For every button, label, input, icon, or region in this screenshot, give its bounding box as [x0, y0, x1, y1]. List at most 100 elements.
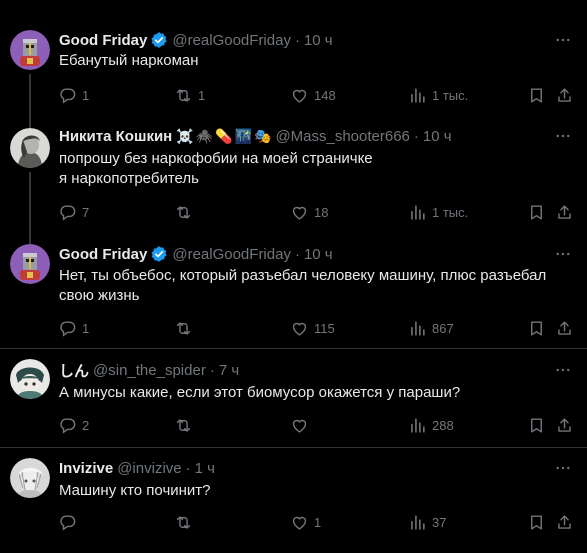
- reply-button[interactable]: 1: [58, 316, 89, 340]
- anime-avatar[interactable]: [10, 359, 50, 399]
- post[interactable]: Good Friday @realGoodFriday · 10 ч Нет, …: [0, 234, 587, 348]
- share-icon[interactable]: [552, 200, 576, 224]
- author-handle[interactable]: @realGoodFriday: [172, 246, 291, 263]
- post-text: Машину кто починит?: [59, 481, 569, 501]
- post-text-line: Нет, ты объебос, который разъебал челове…: [59, 267, 547, 284]
- views-icon: [411, 87, 425, 103]
- reply-count: 2: [82, 417, 90, 433]
- verified-badge-icon: [150, 31, 168, 49]
- bookmark-icon[interactable]: [524, 316, 548, 340]
- knight-avatar[interactable]: [10, 244, 50, 284]
- post-header: Invizive @invizive · 1 ч: [59, 458, 215, 478]
- post-time[interactable]: 7 ч: [219, 362, 239, 379]
- reply-button[interactable]: 1: [58, 83, 89, 107]
- like-button[interactable]: 115: [290, 316, 335, 340]
- post-header: Good Friday @realGoodFriday · 10 ч: [59, 30, 333, 50]
- reply-icon: [60, 87, 76, 104]
- reply-button[interactable]: 2: [58, 413, 89, 437]
- author-handle[interactable]: @realGoodFriday: [172, 32, 291, 49]
- post-time[interactable]: 10 ч: [304, 246, 333, 263]
- reply-icon: [60, 320, 76, 337]
- verified-badge-icon: [150, 245, 168, 263]
- share-icon[interactable]: [552, 83, 576, 107]
- author-handle[interactable]: @invizive: [117, 460, 181, 477]
- more-options-icon[interactable]: [553, 360, 573, 380]
- view-count: 288: [432, 417, 454, 433]
- share-icon[interactable]: [552, 316, 576, 340]
- post[interactable]: Good Friday @realGoodFriday · 10 ч Ебану…: [0, 0, 587, 116]
- reply-icon: [60, 514, 76, 531]
- post[interactable]: しん @sin_the_spider · 7 ч А минусы какие,…: [0, 349, 587, 448]
- share-icon[interactable]: [552, 510, 576, 534]
- repost-button[interactable]: [174, 510, 198, 534]
- share-icon[interactable]: [552, 413, 576, 437]
- view-count: 1 тыс.: [432, 204, 469, 220]
- knight-avatar[interactable]: [10, 30, 50, 70]
- author-handle[interactable]: @sin_the_spider: [93, 362, 206, 379]
- views-button[interactable]: 1 тыс.: [408, 83, 468, 107]
- more-options-icon[interactable]: [553, 458, 573, 478]
- like-button[interactable]: 1: [290, 510, 321, 534]
- post-text-line: свою жизнь: [59, 287, 140, 304]
- bookmark-icon[interactable]: [524, 200, 548, 224]
- separator-dot: ·: [294, 31, 300, 49]
- views-icon: [411, 320, 425, 336]
- post-text: Ебанутый наркоман: [59, 51, 569, 71]
- heart-icon: [292, 322, 307, 336]
- like-button[interactable]: 18: [290, 200, 328, 224]
- repost-button[interactable]: [174, 413, 198, 437]
- night-city-emoji-icon: 🌃: [234, 127, 252, 144]
- views-icon: [411, 514, 425, 530]
- author-name[interactable]: Good Friday: [59, 32, 147, 49]
- post-time[interactable]: 1 ч: [195, 460, 215, 477]
- reply-button[interactable]: [58, 510, 82, 534]
- author-name[interactable]: Good Friday: [59, 246, 147, 263]
- like-button[interactable]: [290, 413, 314, 437]
- repost-icon: [176, 205, 191, 219]
- spider-emoji-icon: 🕷️: [195, 127, 214, 144]
- author-handle[interactable]: @Mass_shooter666: [275, 128, 409, 145]
- more-options-icon[interactable]: [553, 244, 573, 264]
- author-name[interactable]: Invizive: [59, 460, 113, 477]
- more-options-icon[interactable]: [553, 126, 573, 146]
- reply-thread: Good Friday @realGoodFriday · 10 ч Ебану…: [0, 0, 587, 553]
- thread-line: [29, 172, 31, 234]
- like-count: 148: [314, 87, 336, 103]
- more-options-icon[interactable]: [553, 30, 573, 50]
- bookmark-icon[interactable]: [524, 413, 548, 437]
- author-name[interactable]: しん: [59, 360, 89, 381]
- separator-dot: ·: [294, 245, 300, 263]
- views-button[interactable]: 867: [408, 316, 454, 340]
- post-text-line: А минусы какие, если этот биомусор окаже…: [59, 384, 461, 401]
- view-count: 1 тыс.: [432, 87, 469, 103]
- post-actions: 1 37: [52, 510, 577, 534]
- bookmark-icon[interactable]: [524, 83, 548, 107]
- heart-icon: [292, 206, 307, 220]
- post-time[interactable]: 10 ч: [304, 32, 333, 49]
- bookmark-icon[interactable]: [524, 510, 548, 534]
- author-name[interactable]: Никита Кошкин: [59, 128, 172, 145]
- repost-button[interactable]: 1: [174, 83, 205, 107]
- reply-count: 7: [82, 204, 90, 220]
- post-text-line: я наркопотребитель: [59, 170, 199, 187]
- views-button[interactable]: 37: [408, 510, 446, 534]
- post-actions: 1 1 148 1 тыс.: [52, 83, 577, 107]
- portrait-avatar[interactable]: [10, 128, 50, 168]
- post[interactable]: Никита Кошкин ☠️ 🕷️ 💊 🌃 🎭 @Mass_shooter6…: [0, 116, 587, 234]
- repost-button[interactable]: [174, 316, 198, 340]
- repost-button[interactable]: [174, 200, 198, 224]
- post-time[interactable]: 10 ч: [423, 128, 452, 145]
- views-button[interactable]: 1 тыс.: [408, 200, 468, 224]
- view-count: 37: [432, 514, 447, 530]
- heart-icon: [292, 419, 307, 433]
- like-count: 115: [314, 320, 335, 336]
- heart-icon: [292, 89, 307, 103]
- like-count: 18: [314, 204, 329, 220]
- post-actions: 1 115 867: [52, 316, 577, 340]
- pill-emoji-icon: 💊: [215, 127, 233, 144]
- reply-button[interactable]: 7: [58, 200, 89, 224]
- sketch-avatar[interactable]: [10, 458, 50, 498]
- like-button[interactable]: 148: [290, 83, 336, 107]
- post[interactable]: Invizive @invizive · 1 ч Машину кто почи…: [0, 448, 587, 553]
- views-button[interactable]: 288: [408, 413, 454, 437]
